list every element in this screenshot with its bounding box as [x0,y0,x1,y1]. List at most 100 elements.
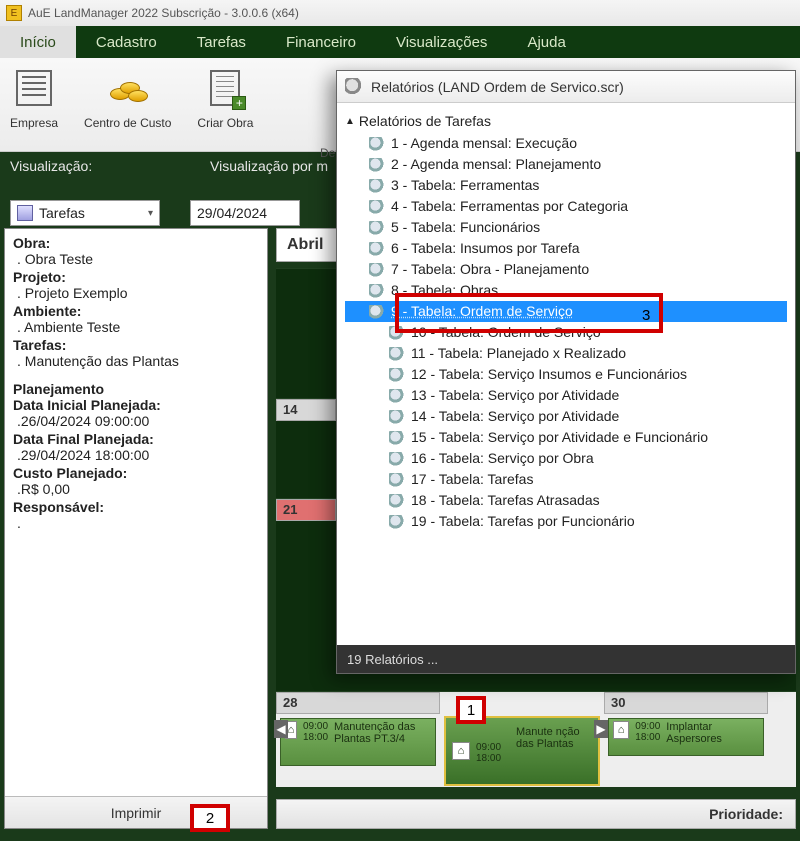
date-input[interactable]: 29/04/2024 [190,200,300,226]
responsavel-value: . [13,515,259,531]
event-30-times: 09:0018:00 [635,721,660,743]
new-doc-icon: + [210,70,240,106]
window-title-bar: E AuE LandManager 2022 Subscrição - 3.0.… [0,0,800,26]
reports-tree-root[interactable]: ▲ Relatórios de Tarefas [345,113,787,129]
reports-tree-item-label: 19 - Tabela: Tarefas por Funcionário [411,512,635,531]
reports-tree-item[interactable]: 5 - Tabela: Funcionários [345,217,787,238]
report-item-icon [369,284,385,298]
ribbon-criar-obra[interactable]: + Criar Obra [197,64,253,151]
details-panel: Obra: . Obra Teste Projeto: . Projeto Ex… [4,228,268,829]
reports-tree-item[interactable]: 6 - Tabela: Insumos por Tarefa [345,238,787,259]
ribbon-centro-custo[interactable]: Centro de Custo [84,64,171,151]
data-inicial-value: .26/04/2024 09:00:00 [13,413,259,429]
event-30-title: Implantar Aspersores [666,721,759,745]
reports-tree-item-label: 15 - Tabela: Serviço por Atividade e Fun… [411,428,708,447]
combo-icon [17,205,33,221]
report-icon [345,78,363,96]
report-item-icon [369,305,385,319]
reports-tree-item-label: 12 - Tabela: Serviço Insumos e Funcionár… [411,365,687,384]
priority-bar: Prioridade: [276,799,796,829]
reports-tree-item-label: 1 - Agenda mensal: Execução [391,134,577,153]
reports-tree-item-label: 5 - Tabela: Funcionários [391,218,540,237]
report-item-icon [369,158,385,172]
day-21-cell[interactable]: 21 [276,499,336,521]
menu-tab-cadastro[interactable]: Cadastro [76,26,177,58]
report-item-icon [389,347,405,361]
reports-tree-item[interactable]: 19 - Tabela: Tarefas por Funcionário [345,511,787,532]
reports-tree-item[interactable]: 16 - Tabela: Serviço por Obra [345,448,787,469]
reports-tree-item-label: 16 - Tabela: Serviço por Obra [411,449,594,468]
report-item-icon [389,515,405,529]
day-28-cell[interactable]: 28 [276,692,440,714]
reports-tree-item-label: 17 - Tabela: Tarefas [411,470,533,489]
reports-tree-item[interactable]: 12 - Tabela: Serviço Insumos e Funcionár… [345,364,787,385]
reports-tree-item[interactable]: 3 - Tabela: Ferramentas [345,175,787,196]
event-28-title: Manutenção das Plantas PT.3/4 [334,721,431,745]
reports-tree-item-label: 13 - Tabela: Serviço por Atividade [411,386,619,405]
tarefas-value: . Manutenção das Plantas [13,353,259,369]
reports-tree-item-label: 18 - Tabela: Tarefas Atrasadas [411,491,600,510]
event-29-times: 09:0018:00 [476,742,501,764]
reports-tree-item[interactable]: 14 - Tabela: Serviço por Atividade [345,406,787,427]
event-29-title: Manute nção das Plantas [516,726,596,750]
menu-tab-tarefas[interactable]: Tarefas [177,26,266,58]
report-item-icon [369,179,385,193]
projeto-label: Projeto: [13,269,259,285]
reports-tree-item[interactable]: 13 - Tabela: Serviço por Atividade [345,385,787,406]
day-30-cell[interactable]: 30 [604,692,768,714]
report-item-icon [389,494,405,508]
ambiente-label: Ambiente: [13,303,259,319]
ribbon-criar-obra-label: Criar Obra [197,116,253,130]
event-next-icon[interactable]: ▶ [594,720,608,738]
reports-tree-item[interactable]: 1 - Agenda mensal: Execução [345,133,787,154]
menu-tab-ajuda[interactable]: Ajuda [507,26,585,58]
triangle-collapse-icon[interactable]: ▲ [345,116,355,127]
visualizacao-combo[interactable]: Tarefas ▾ [10,200,160,226]
menu-tab-inicio[interactable]: Início [0,26,76,58]
reports-tree-item[interactable]: 15 - Tabela: Serviço por Atividade e Fun… [345,427,787,448]
priority-label: Prioridade: [709,806,783,822]
reports-tree-item[interactable]: 7 - Tabela: Obra - Planejamento [345,259,787,280]
report-item-icon [369,263,385,277]
planejamento-label: Planejamento [13,381,259,397]
reports-window-title-bar[interactable]: Relatórios (LAND Ordem de Servico.scr) [337,71,795,103]
reports-tree-item[interactable]: 11 - Tabela: Planejado x Realizado [345,343,787,364]
calendar-event-30[interactable]: ⌂ 09:0018:00 Implantar Aspersores [608,718,764,756]
report-item-icon [389,452,405,466]
ribbon-empresa[interactable]: Empresa [10,64,58,151]
reports-tree-item[interactable]: 18 - Tabela: Tarefas Atrasadas [345,490,787,511]
data-inicial-label: Data Inicial Planejada: [13,397,259,413]
visualizacao-label: Visualização: [10,158,200,174]
tarefas-label: Tarefas: [13,337,259,353]
obra-label: Obra: [13,235,259,251]
event-prev-icon[interactable]: ◀ [274,720,288,738]
visualizacao-por-label: Visualização por m [210,158,328,174]
annotation-1: 1 [456,696,486,724]
ribbon-empresa-label: Empresa [10,116,58,130]
menu-tab-visualizacoes[interactable]: Visualizações [376,26,507,58]
custo-value: .R$ 0,00 [13,481,259,497]
report-item-icon [369,221,385,235]
coins-icon [108,70,148,106]
reports-tree-item[interactable]: 4 - Tabela: Ferramentas por Categoria [345,196,787,217]
report-item-icon [389,410,405,424]
ambiente-value: . Ambiente Teste [13,319,259,335]
calendar-event-28[interactable]: ⌂ 09:0018:00 Manutenção das Plantas PT.3… [280,718,436,766]
menu-tab-financeiro[interactable]: Financeiro [266,26,376,58]
report-item-icon [389,368,405,382]
app-icon: E [6,5,22,21]
annotation-2: 2 [190,804,230,832]
ribbon-centro-custo-label: Centro de Custo [84,116,171,130]
reports-tree-item[interactable]: 17 - Tabela: Tarefas [345,469,787,490]
reports-tree-item[interactable]: 2 - Agenda mensal: Planejamento [345,154,787,175]
reports-tree[interactable]: ▲ Relatórios de Tarefas 1 - Agenda mensa… [337,103,795,645]
house-icon: ⌂ [452,742,470,760]
visualizacao-combo-value: Tarefas [39,205,85,221]
reports-root-label: Relatórios de Tarefas [359,113,491,129]
chevron-down-icon: ▾ [148,208,153,219]
event-28-times: 09:0018:00 [303,721,328,743]
calendar-event-29[interactable]: ⌂ 09:0018:00 Manute nção das Plantas [444,716,600,786]
day-14-cell[interactable]: 14 [276,399,336,421]
reports-window[interactable]: Relatórios (LAND Ordem de Servico.scr) ▲… [336,70,796,674]
reports-tree-item-label: 14 - Tabela: Serviço por Atividade [411,407,619,426]
